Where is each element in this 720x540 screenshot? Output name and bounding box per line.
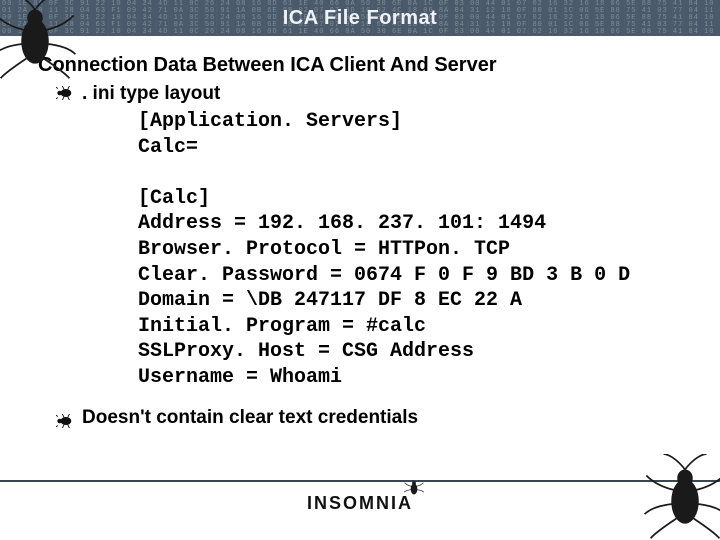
content-heading: Connection Data Between ICA Client And S… [38,54,700,77]
bullet-ini-layout: . ini type layout [56,83,700,105]
slide-content: Connection Data Between ICA Client And S… [0,36,720,429]
bullet-note: Doesn't contain clear text credentials [56,407,700,429]
slide-header: 00 1E 8A 0F 3C 91 22 10 04 34 4D 11 0C 2… [0,0,720,36]
footer-divider [0,480,720,482]
ini-code-block: [Application. Servers] Calc= [Calc] Addr… [138,109,700,391]
footer-brand-text: INSOMNIA [307,493,413,513]
note-text: Doesn't contain clear text credentials [82,407,418,429]
footer-brand: INSOMNIA [0,493,720,514]
ini-layout-label: . ini type layout [82,83,220,105]
bullet-bug-icon [56,86,74,100]
slide-title: ICA File Format [283,7,438,30]
bullet-bug-icon [56,414,74,428]
